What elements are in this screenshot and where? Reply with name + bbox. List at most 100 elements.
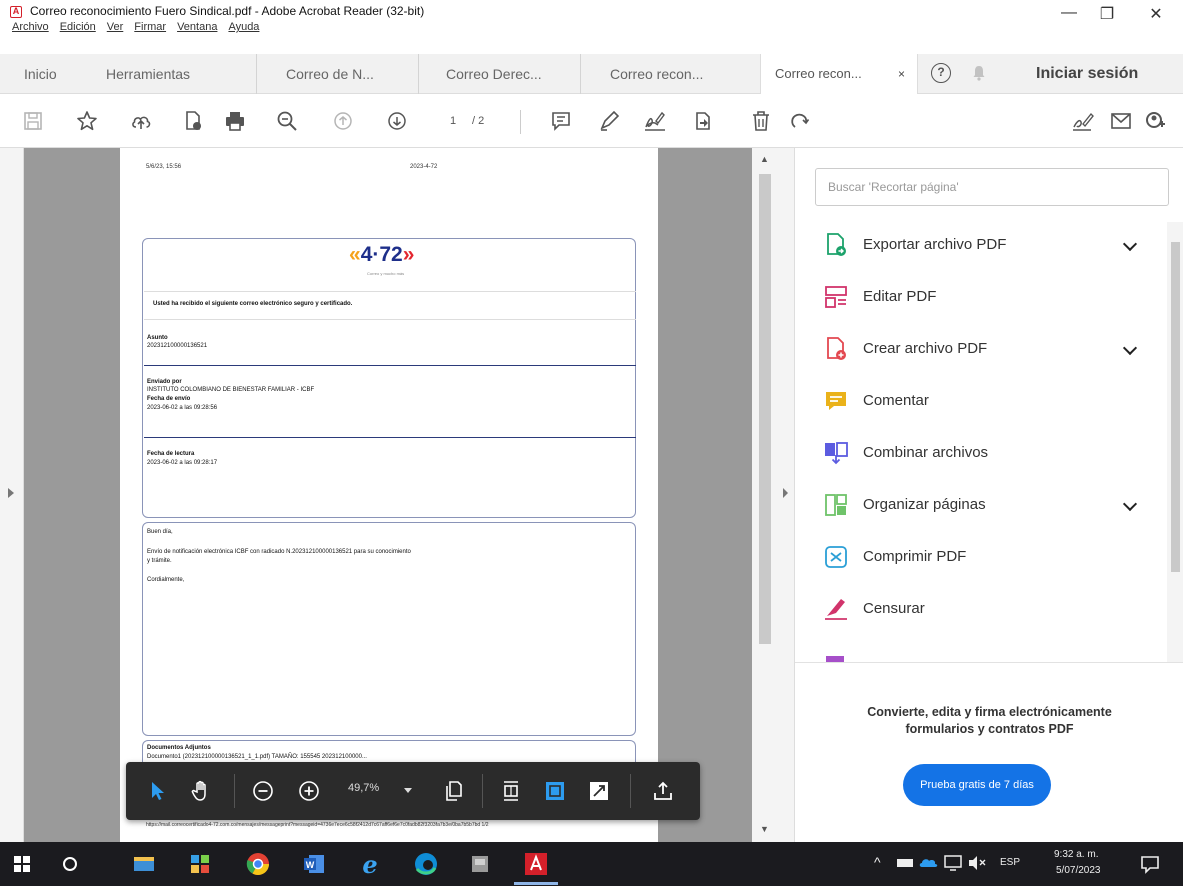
tools-panel: Buscar 'Recortar página' Exportar archiv… [794, 148, 1183, 842]
scroll-up-icon[interactable]: ▲ [760, 154, 769, 164]
cloud-upload-icon[interactable] [128, 108, 154, 134]
chrome-icon[interactable] [244, 850, 272, 878]
adjuntos-value[interactable]: Documento1 (202312100000136521_1_1.pdf) … [147, 754, 367, 760]
menu-firmar[interactable]: Firmar [134, 21, 166, 33]
clock-time[interactable]: 9:32 a. m. [1054, 849, 1098, 860]
select-cursor-icon[interactable] [144, 778, 170, 804]
highlight-pen-icon[interactable] [596, 108, 622, 134]
search-circle-icon[interactable] [56, 850, 84, 878]
share-hand-icon[interactable] [690, 108, 716, 134]
comment-icon[interactable] [548, 108, 574, 134]
acrobat-taskbar-icon[interactable] [522, 850, 550, 878]
tab-close-icon[interactable]: × [898, 54, 905, 94]
fecha-lectura-value: 2023-06-02 a las 09:28:17 [147, 460, 218, 466]
close-window-button[interactable]: ✕ [1141, 4, 1171, 24]
page-up-icon[interactable] [330, 108, 356, 134]
hand-tool-icon[interactable] [188, 778, 214, 804]
intro-text: Usted ha recibido el siguiente correo el… [153, 301, 353, 307]
tools-search-input[interactable]: Buscar 'Recortar página' [815, 168, 1169, 206]
body-closing: Cordialmente, [147, 577, 185, 583]
tool-comentar[interactable]: Comentar [795, 378, 1167, 430]
left-panel-strip[interactable] [0, 148, 24, 842]
tool-comprimir[interactable]: Comprimir PDF [795, 534, 1167, 586]
pinned-app-icon[interactable] [466, 850, 494, 878]
network-icon[interactable] [894, 852, 916, 874]
tool-censurar[interactable]: Censurar [795, 586, 1167, 638]
export-pdf-icon [827, 233, 846, 256]
fullscreen-icon[interactable] [586, 778, 612, 804]
word-icon[interactable]: W [300, 850, 328, 878]
sign-icon[interactable] [642, 108, 668, 134]
tab-doc-1[interactable]: Correo de N... [286, 54, 374, 94]
clock-date[interactable]: 5/07/2023 [1056, 865, 1101, 876]
print-icon[interactable] [222, 108, 248, 134]
divider [144, 365, 636, 366]
file-explorer-icon[interactable] [130, 850, 158, 878]
bell-icon[interactable] [972, 65, 986, 81]
onedrive-icon[interactable] [918, 852, 940, 874]
menu-edicion[interactable]: Edición [60, 21, 96, 33]
expand-left-panel-icon[interactable] [8, 488, 14, 498]
tab-herramientas[interactable]: Herramientas [106, 54, 190, 94]
app-grid-icon[interactable] [186, 850, 214, 878]
menu-ventana[interactable]: Ventana [177, 21, 217, 33]
toolbar-divider [520, 110, 521, 134]
scrollbar-thumb[interactable] [1171, 242, 1180, 572]
fit-width-icon[interactable] [542, 778, 568, 804]
tool-exportar-pdf[interactable]: Exportar archivo PDF [795, 222, 1167, 274]
mail-icon[interactable] [1108, 108, 1134, 134]
tool-combinar[interactable]: Combinar archivos [795, 430, 1167, 482]
tab-inicio[interactable]: Inicio [24, 54, 57, 94]
help-icon[interactable]: ? [931, 63, 951, 83]
windows-start-icon[interactable] [8, 850, 36, 878]
notifications-icon[interactable] [1138, 852, 1162, 876]
trash-icon[interactable] [748, 108, 774, 134]
speaker-muted-icon[interactable] [966, 852, 988, 874]
document-scrollbar[interactable]: ▲ ▼ [752, 148, 778, 842]
scroll-down-icon[interactable]: ▼ [760, 824, 769, 834]
edge-icon[interactable] [412, 850, 440, 878]
share-upload-icon[interactable] [650, 778, 676, 804]
collapse-right-panel-icon[interactable] [783, 488, 788, 498]
tools-scrollbar[interactable] [1167, 222, 1183, 662]
zoom-search-icon[interactable] [274, 108, 300, 134]
fit-page-icon[interactable] [498, 778, 524, 804]
add-user-icon[interactable] [1142, 108, 1168, 134]
page-number-input[interactable]: 1 [440, 110, 466, 132]
display-icon[interactable] [942, 852, 964, 874]
tab-divider [580, 54, 581, 94]
menu-archivo[interactable]: Archivo [12, 21, 49, 33]
tool-editar-pdf[interactable]: Editar PDF [795, 274, 1167, 326]
menu-ver[interactable]: Ver [107, 21, 124, 33]
save-icon[interactable] [20, 108, 46, 134]
tab-doc-4-active[interactable]: Correo recon... × [760, 54, 918, 95]
free-trial-button[interactable]: Prueba gratis de 7 días [903, 764, 1051, 806]
star-icon[interactable] [74, 108, 100, 134]
tool-partial[interactable] [795, 638, 1167, 662]
undo-rotate-icon[interactable] [786, 108, 812, 134]
tool-organizar[interactable]: Organizar páginas [795, 482, 1167, 534]
minimize-button[interactable]: — [1054, 4, 1084, 22]
tab-doc-3[interactable]: Correo recon... [610, 54, 703, 94]
right-panel-toggle[interactable] [778, 148, 794, 842]
page-down-icon[interactable] [384, 108, 410, 134]
menu-ayuda[interactable]: Ayuda [228, 21, 259, 33]
tool-crear-pdf[interactable]: Crear archivo PDF [795, 326, 1167, 378]
zoom-out-icon[interactable] [250, 778, 276, 804]
tab-doc-2[interactable]: Correo Derec... [446, 54, 542, 94]
zoom-dropdown-icon[interactable] [404, 788, 412, 793]
chevron-down-icon[interactable] [1122, 236, 1138, 252]
input-language[interactable]: ESP [1000, 857, 1020, 868]
scrollbar-thumb[interactable] [759, 174, 771, 644]
zoom-level[interactable]: 49,7% [348, 782, 379, 794]
create-pdf-icon[interactable] [180, 108, 206, 134]
chevron-down-icon[interactable] [1122, 340, 1138, 356]
maximize-button[interactable]: ❐ [1092, 4, 1122, 24]
signin-button[interactable]: Iniciar sesión [1036, 54, 1138, 94]
zoom-in-icon[interactable] [296, 778, 322, 804]
internet-explorer-icon[interactable]: e [356, 850, 384, 878]
page-view-icon[interactable] [440, 778, 466, 804]
tray-chevron-icon[interactable]: ^ [874, 854, 881, 870]
fill-sign-icon[interactable] [1070, 108, 1096, 134]
chevron-down-icon[interactable] [1122, 496, 1138, 512]
